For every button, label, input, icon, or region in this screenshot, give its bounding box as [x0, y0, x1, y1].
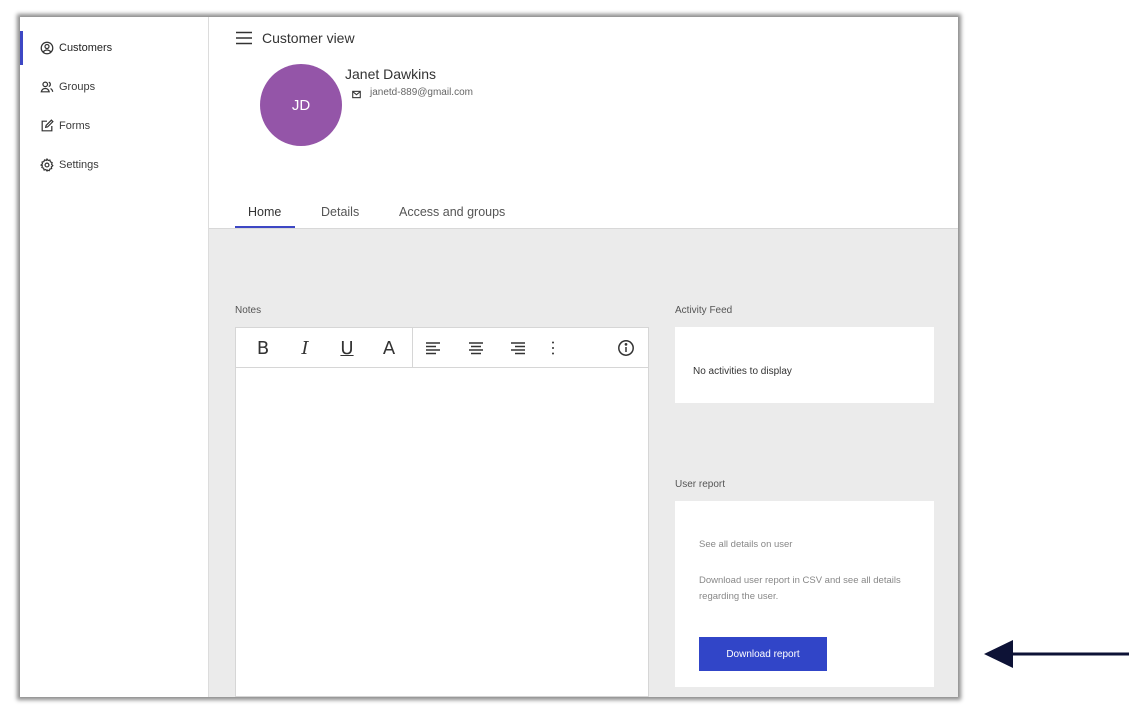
page-title: Customer view — [262, 30, 355, 46]
user-email: janetd-889@gmail.com — [370, 87, 473, 98]
tab-home[interactable]: Home — [248, 205, 281, 219]
sidebar-item-label: Forms — [59, 120, 91, 132]
user-name: Janet Dawkins — [345, 66, 437, 82]
groups-icon — [40, 80, 54, 94]
sidebar-item-label: Groups — [59, 81, 96, 93]
editor-toolbar: B I U A — [236, 328, 648, 368]
align-center-icon — [469, 342, 483, 355]
notes-text-area[interactable] — [236, 369, 648, 696]
sidebar-item-forms[interactable]: Forms — [20, 109, 208, 143]
main-content: Customer view JD Janet Dawkins janetd-88… — [209, 17, 958, 697]
empty-activity-text: No activities to display — [693, 366, 792, 377]
app-window: Customers Groups Forms Settings Customer… — [20, 17, 958, 697]
sidebar-item-settings[interactable]: Settings — [20, 148, 208, 182]
align-center-button[interactable] — [457, 328, 495, 368]
user-report-label: User report — [675, 479, 726, 490]
align-left-icon — [426, 342, 440, 355]
edit-form-icon — [40, 119, 54, 133]
user-report-card: See all details on user Download user re… — [675, 501, 934, 687]
sidebar: Customers Groups Forms Settings — [20, 17, 209, 697]
underline-button[interactable]: U — [328, 328, 366, 368]
more-options-button[interactable] — [538, 328, 568, 368]
pointer-arrow-icon — [984, 640, 1129, 668]
align-left-button[interactable] — [414, 328, 452, 368]
bold-button[interactable]: B — [244, 328, 282, 368]
sidebar-item-customers[interactable]: Customers — [20, 31, 208, 65]
notes-label: Notes — [235, 305, 262, 316]
more-vertical-icon — [552, 341, 554, 355]
hamburger-menu-icon[interactable] — [236, 31, 252, 45]
align-right-icon — [511, 342, 525, 355]
info-icon — [618, 340, 634, 356]
tab-access-and-groups[interactable]: Access and groups — [399, 205, 505, 219]
activity-feed-label: Activity Feed — [675, 305, 733, 316]
tab-details[interactable]: Details — [321, 205, 359, 219]
download-report-button[interactable]: Download report — [699, 637, 827, 671]
report-description-title: See all details on user — [699, 539, 793, 550]
font-color-button[interactable]: A — [370, 328, 408, 368]
active-tab-indicator — [235, 226, 295, 228]
sidebar-item-label: Settings — [59, 159, 99, 171]
sidebar-item-groups[interactable]: Groups — [20, 70, 208, 104]
account-circle-icon — [40, 41, 54, 55]
gear-icon — [40, 158, 54, 172]
toolbar-divider — [412, 328, 413, 368]
align-right-button[interactable] — [499, 328, 537, 368]
notes-editor: B I U A — [235, 327, 649, 697]
activity-feed-card: No activities to display — [675, 327, 934, 403]
sidebar-item-label: Customers — [59, 42, 113, 54]
customer-header: Customer view JD Janet Dawkins janetd-88… — [209, 17, 958, 229]
info-button[interactable] — [607, 328, 645, 368]
italic-button[interactable]: I — [286, 328, 324, 368]
avatar: JD — [260, 64, 342, 146]
report-description: Download user report in CSV and see all … — [699, 575, 901, 602]
mail-icon — [352, 86, 361, 99]
